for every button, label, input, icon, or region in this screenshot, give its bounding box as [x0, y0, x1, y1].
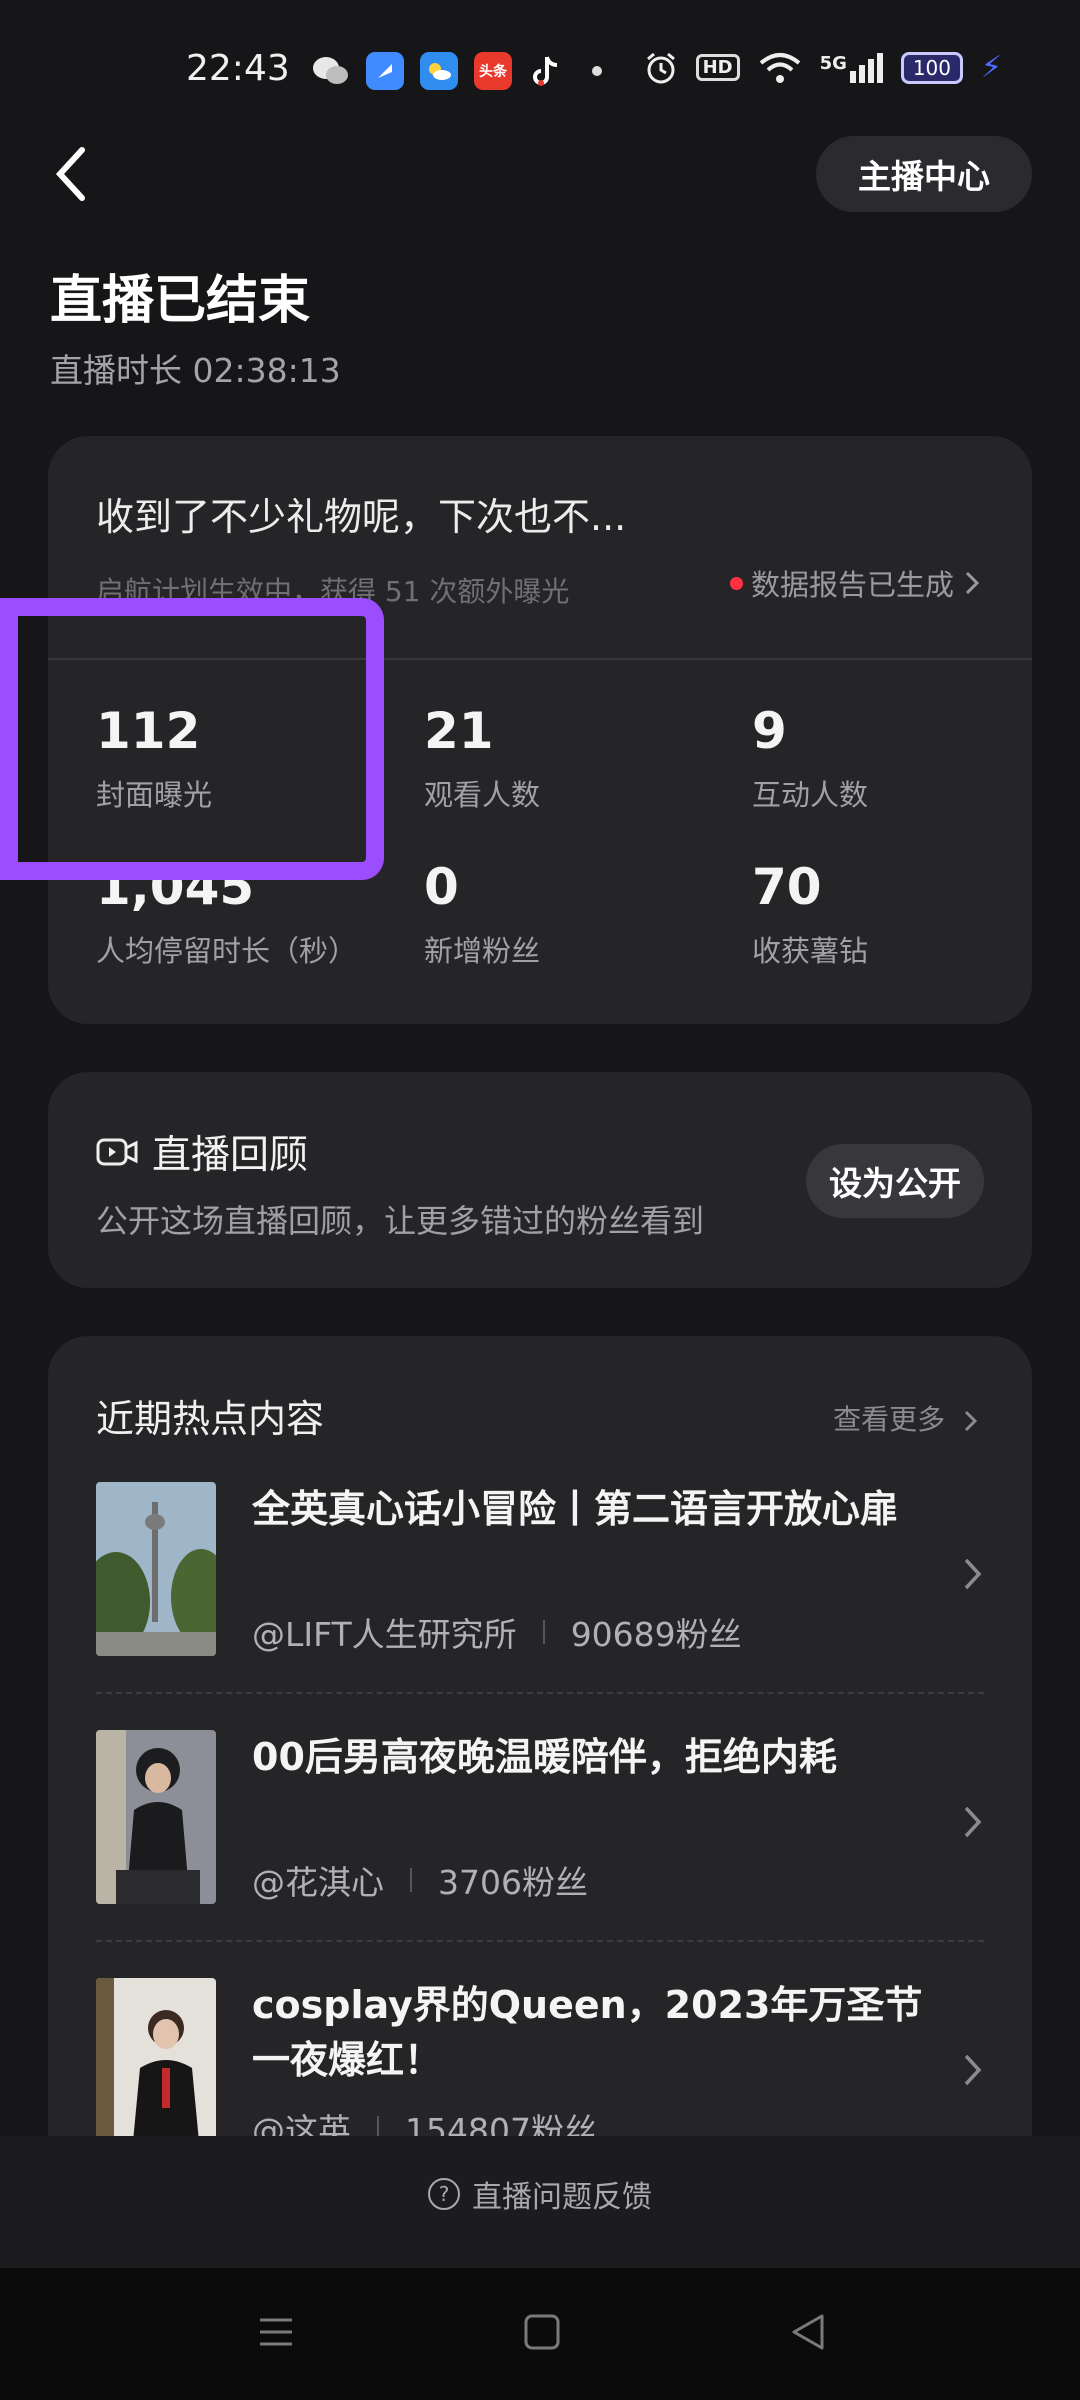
stat-label: 互动人数	[752, 778, 869, 812]
hot-content-title: 近期热点内容	[96, 1397, 325, 1441]
stat-value: 0	[424, 858, 459, 916]
item-author[interactable]: @LIFT人生研究所	[252, 1608, 517, 1656]
hot-item[interactable]: 00后男高夜晚温暖陪伴，拒绝内耗 @花淇心 3706粉丝	[96, 1730, 984, 1930]
question-icon: ?	[428, 2178, 460, 2210]
set-public-button[interactable]: 设为公开	[806, 1144, 984, 1218]
system-nav-bar	[0, 2268, 1080, 2400]
stat-viewers: 21 观看人数	[424, 702, 540, 814]
status-bar: 22:43 头条 HD 5G 100 ⚡	[0, 0, 1080, 140]
notification-icons: 头条	[312, 52, 602, 90]
wechat-icon	[312, 52, 350, 90]
item-thumbnail	[96, 1978, 216, 2136]
meta-divider	[377, 2116, 379, 2136]
chevron-right-icon	[965, 571, 980, 595]
chevron-right-icon	[964, 1410, 978, 1432]
stat-label: 人均停留时长（秒）	[96, 934, 358, 968]
tiktok-icon	[528, 52, 566, 90]
stat-label: 封面曝光	[96, 778, 213, 812]
stat-value: 1,045	[96, 858, 255, 916]
chevron-left-icon	[55, 147, 85, 201]
feedback-label: 直播问题反馈	[472, 2180, 652, 2215]
item-author[interactable]: @花淇心	[252, 1856, 384, 1904]
network-label: 5G	[819, 52, 847, 74]
replay-subtitle: 公开这场直播回顾，让更多错过的粉丝看到	[96, 1202, 705, 1240]
item-author[interactable]: @这英	[252, 2104, 351, 2136]
replay-title: 直播回顾	[96, 1124, 308, 1180]
chevron-right-icon	[964, 1806, 982, 1838]
stat-value: 21	[424, 702, 494, 760]
item-title: cosplay界的Queen，2023年万圣节一夜爆红！	[252, 1983, 923, 2082]
stat-value: 112	[96, 702, 201, 760]
meta-divider	[410, 1868, 412, 1892]
report-label: 数据报告已生成	[750, 568, 954, 602]
stat-value: 70	[752, 858, 822, 916]
feedback-link[interactable]: ? 直播问题反馈	[0, 2172, 1080, 2216]
chevron-right-icon	[964, 1558, 982, 1590]
hd-icon: HD	[695, 54, 740, 81]
charging-icon: ⚡	[980, 50, 1002, 85]
stat-diamonds: 70 收获薯钻	[752, 858, 868, 970]
5g-signal-icon: 5G	[819, 52, 883, 83]
stat-cover-exposure: 112 封面曝光	[96, 702, 212, 814]
item-meta: @LIFT人生研究所 90689粉丝	[252, 1608, 742, 1656]
hot-content-card: 近期热点内容 查看更多 全英真心话小冒险丨第二语言开放心扉 @LIFT人生研究所…	[48, 1336, 1032, 2136]
back-triangle-icon[interactable]	[788, 2312, 828, 2352]
stat-avg-watch-time: 1,045 人均停留时长（秒）	[96, 858, 357, 970]
toutiao-icon: 头条	[474, 52, 512, 90]
item-thumbnail	[96, 1482, 216, 1656]
divider	[48, 658, 1032, 660]
app-blue-icon	[366, 52, 404, 90]
meta-divider	[542, 1620, 545, 1644]
item-title: 00后男高夜晚温暖陪伴，拒绝内耗	[252, 1735, 837, 1779]
stat-interactions: 9 互动人数	[752, 702, 868, 814]
item-fans: 154807粉丝	[405, 2111, 597, 2136]
highlight-box-edge	[0, 598, 18, 880]
battery-icon: 100	[900, 51, 963, 84]
item-title: 全英真心话小冒险丨第二语言开放心扉	[252, 1487, 899, 1531]
weather-icon	[420, 52, 458, 90]
item-fans: 3706粉丝	[438, 1863, 588, 1902]
anchor-center-button[interactable]: 主播中心	[816, 136, 1032, 212]
item-fans: 90689粉丝	[570, 1615, 742, 1654]
back-button[interactable]	[50, 140, 100, 210]
wifi-icon	[759, 52, 800, 83]
item-divider	[96, 1940, 984, 1942]
boost-subline: 启航计划生效中，获得 51 次额外曝光	[96, 575, 570, 608]
see-more-label: 查看更多	[833, 1403, 946, 1436]
live-stats-card: 收到了不少礼物呢，下次也不... 启航计划生效中，获得 51 次额外曝光 数据报…	[48, 436, 1032, 1024]
home-icon[interactable]	[522, 2312, 562, 2352]
item-meta: @花淇心 3706粉丝	[252, 1856, 588, 1904]
item-divider	[96, 1692, 984, 1694]
video-replay-icon	[96, 1138, 138, 1166]
page-title: 直播已结束	[50, 271, 311, 331]
summary-message: 收到了不少礼物呢，下次也不...	[96, 495, 627, 539]
live-duration: 直播时长 02:38:13	[50, 351, 341, 390]
stat-label: 观看人数	[424, 778, 541, 812]
live-replay-card: 直播回顾 公开这场直播回顾，让更多错过的粉丝看到 设为公开	[48, 1072, 1032, 1288]
status-time: 22:43	[186, 48, 290, 89]
stat-new-fans: 0 新增粉丝	[424, 858, 540, 970]
hot-item[interactable]: 全英真心话小冒险丨第二语言开放心扉 @LIFT人生研究所 90689粉丝	[96, 1482, 984, 1682]
hot-item[interactable]: cosplay界的Queen，2023年万圣节一夜爆红！ @这英 154807粉…	[96, 1978, 984, 2136]
new-dot-icon	[729, 576, 743, 590]
alarm-icon	[646, 52, 675, 83]
chevron-right-icon	[964, 2054, 982, 2086]
item-meta: @这英 154807粉丝	[252, 2104, 597, 2136]
stat-label: 新增粉丝	[424, 934, 541, 968]
stat-label: 收获薯钻	[752, 934, 869, 968]
more-dot-icon	[592, 66, 602, 76]
replay-title-text: 直播回顾	[152, 1133, 309, 1178]
stat-value: 9	[752, 702, 787, 760]
status-indicators: HD 5G 100 ⚡	[644, 50, 1002, 85]
data-report-link[interactable]: 数据报告已生成	[729, 562, 982, 604]
see-more-link[interactable]: 查看更多	[833, 1398, 980, 1438]
item-thumbnail	[96, 1730, 216, 1904]
menu-icon[interactable]	[256, 2312, 296, 2352]
